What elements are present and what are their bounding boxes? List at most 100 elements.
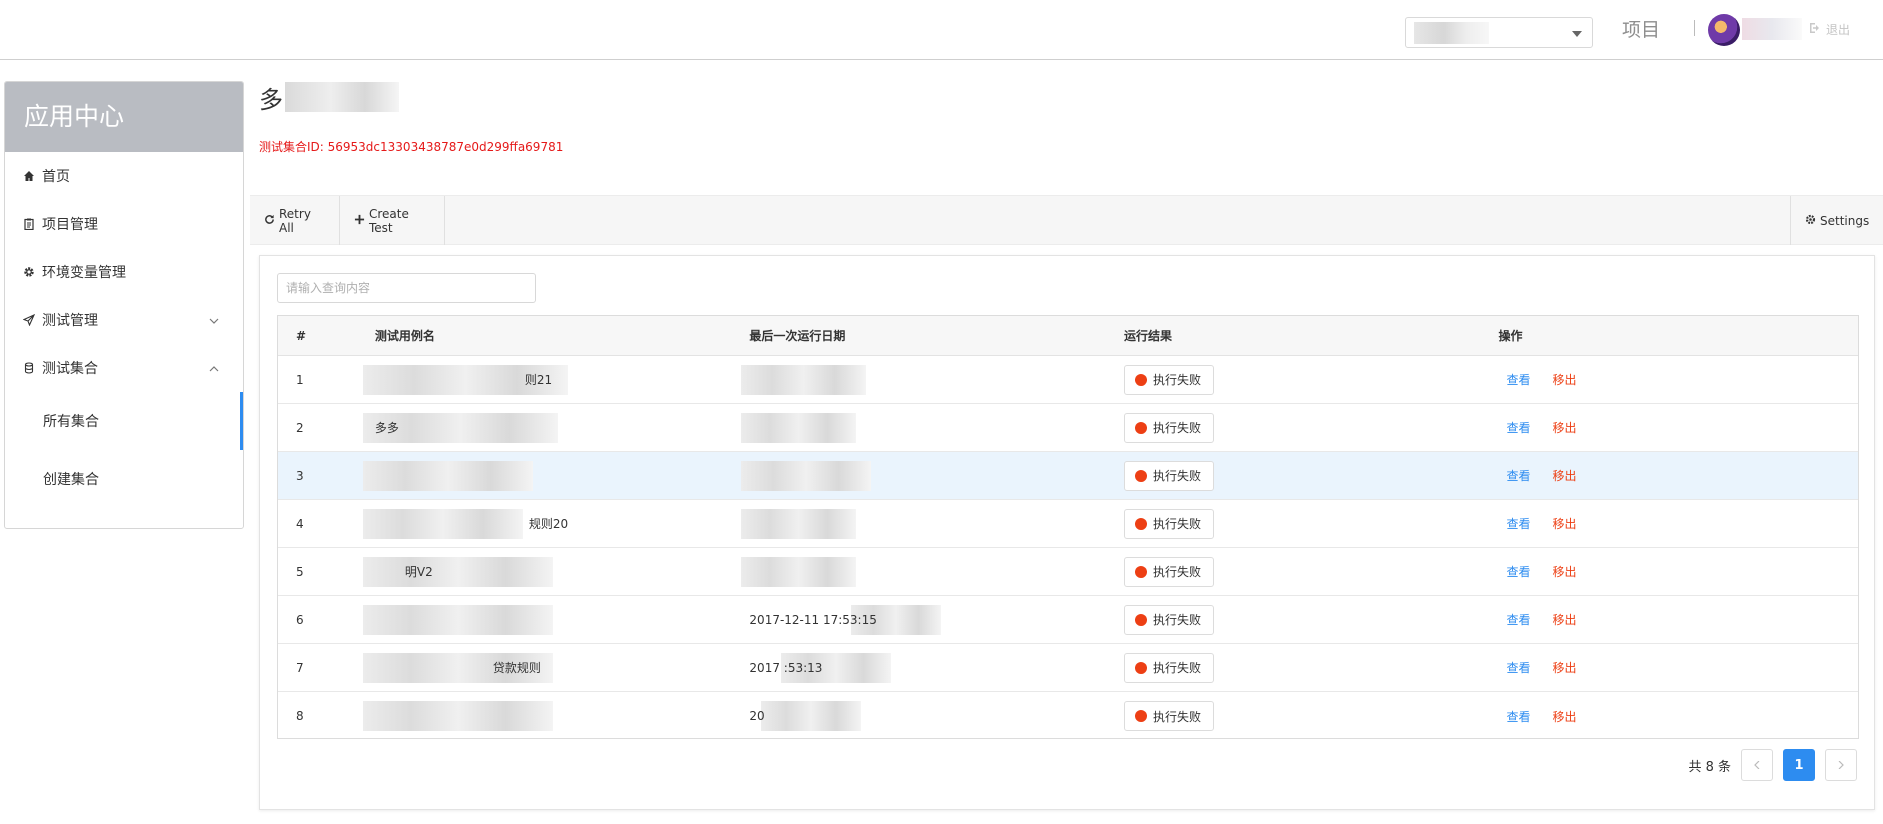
search-input[interactable]: [277, 273, 536, 303]
project-select-value-redacted: [1414, 22, 1489, 44]
remove-link[interactable]: 移出: [1552, 371, 1576, 388]
page-title-redacted: [285, 82, 399, 112]
sidebar-subitem-create-suite[interactable]: 创建集合: [5, 450, 243, 508]
sidebar-item-test-management[interactable]: 测试管理: [5, 296, 243, 344]
gear-icon: [1805, 214, 1816, 228]
status-badge[interactable]: 执行失败: [1123, 364, 1214, 395]
remove-link[interactable]: 移出: [1552, 467, 1576, 484]
settings-button[interactable]: Settings: [1790, 196, 1883, 245]
divider: [1694, 20, 1695, 36]
remove-link[interactable]: 移出: [1552, 563, 1576, 580]
logout-label: 退出: [1826, 23, 1851, 37]
row-index: 2: [296, 420, 304, 435]
status-badge[interactable]: 执行失败: [1123, 508, 1214, 539]
retry-all-button[interactable]: Retry All: [250, 196, 340, 245]
status-label: 执行失败: [1152, 469, 1201, 483]
sidebar-item-test-suites[interactable]: 测试集合: [5, 344, 243, 392]
redacted-block: [362, 557, 553, 587]
sidebar-item-env-vars[interactable]: 环境变量管理: [5, 248, 243, 296]
row-name: 贷款规则: [492, 661, 541, 675]
table-row: 8 20 执行失败 查看 移出: [278, 692, 1858, 740]
top-bar: 项目 退出: [0, 0, 1883, 60]
row-date: 2017-12-11 17:53:15: [749, 612, 877, 627]
view-link[interactable]: 查看: [1506, 419, 1530, 436]
username-redacted: [1742, 18, 1802, 40]
view-link[interactable]: 查看: [1506, 708, 1530, 725]
row-date-cell: [741, 452, 1124, 499]
chevron-right-icon: [1837, 758, 1845, 773]
row-actions: 查看 移出: [1498, 371, 1858, 388]
pagination: 共 8 条 1: [1688, 749, 1857, 781]
row-result-cell: 执行失败: [1123, 556, 1499, 587]
avatar[interactable]: [1708, 14, 1740, 46]
chevron-down-icon: [209, 314, 219, 324]
database-icon: [22, 361, 36, 375]
row-index: 3: [296, 468, 304, 483]
page-button-current[interactable]: 1: [1783, 749, 1815, 781]
next-page-button[interactable]: [1825, 749, 1857, 781]
status-badge[interactable]: 执行失败: [1123, 652, 1214, 683]
remove-link[interactable]: 移出: [1552, 611, 1576, 628]
clipboard-icon: [22, 217, 36, 231]
remove-link[interactable]: 移出: [1552, 419, 1576, 436]
status-label: 执行失败: [1152, 709, 1201, 724]
redacted-block: [362, 461, 533, 491]
status-badge[interactable]: 执行失败: [1123, 556, 1214, 587]
status-label: 执行失败: [1152, 517, 1201, 531]
view-link[interactable]: 查看: [1506, 611, 1530, 628]
sidebar-item-home[interactable]: 首页: [5, 152, 243, 200]
sidebar-subitem-label: 创建集合: [43, 472, 99, 488]
view-link[interactable]: 查看: [1506, 515, 1530, 532]
row-name: 多多: [374, 421, 399, 435]
remove-link[interactable]: 移出: [1552, 659, 1576, 676]
project-label[interactable]: 项目: [1622, 17, 1660, 43]
failed-dot-icon: [1134, 373, 1147, 386]
project-select[interactable]: [1405, 17, 1593, 48]
suite-id: 测试集合ID: 56953dc13303438787e0d299ffa69781: [259, 140, 564, 154]
status-label: 执行失败: [1152, 421, 1201, 435]
row-actions: 查看 移出: [1498, 467, 1858, 484]
test-list-card: # 测试用例名 最后一次运行日期 运行结果 操作 1则21执行失败查看移出2多多…: [259, 255, 1875, 810]
row-name-cell: [362, 452, 750, 499]
sidebar-subitem-all-suites[interactable]: 所有集合: [5, 392, 243, 450]
sidebar-item-projects[interactable]: 项目管理: [5, 200, 243, 248]
logout-button[interactable]: 退出: [1808, 21, 1850, 38]
prev-page-button[interactable]: [1741, 749, 1773, 781]
column-header-name-label: 测试用例名: [374, 329, 435, 343]
view-link[interactable]: 查看: [1506, 563, 1530, 580]
sidebar-item-label: 项目管理: [42, 217, 98, 233]
page-title: 多: [259, 80, 399, 114]
row-date: 2017 :53:13: [749, 660, 823, 675]
row-date-cell: 2017 :53:13: [749, 644, 1124, 691]
column-header-date: 最后一次运行日期: [749, 316, 1124, 355]
row-date-cell: 20: [749, 692, 1124, 740]
redacted-block: [741, 461, 872, 491]
remove-link[interactable]: 移出: [1552, 708, 1576, 725]
column-header-name: 测试用例名: [375, 316, 750, 355]
status-badge[interactable]: 执行失败: [1123, 460, 1214, 491]
row-date-cell: [741, 548, 1124, 595]
create-test-button[interactable]: Create Test: [340, 196, 445, 245]
status-badge[interactable]: 执行失败: [1123, 701, 1214, 731]
pagination-total: 共 8 条: [1688, 759, 1731, 775]
view-link[interactable]: 查看: [1506, 659, 1530, 676]
row-name-cell: [362, 692, 750, 740]
column-header-index: #: [296, 328, 307, 343]
column-header-result: 运行结果: [1123, 329, 1172, 343]
status-badge[interactable]: 执行失败: [1123, 604, 1214, 635]
view-link[interactable]: 查看: [1506, 371, 1530, 388]
status-badge[interactable]: 执行失败: [1123, 412, 1214, 443]
table-row: 5 明V2 执行失败 查看 移出: [278, 548, 1858, 596]
redacted-block: [362, 605, 553, 635]
row-result-cell: 执行失败: [1123, 652, 1499, 683]
table-row: 4 规则20 执行失败 查看 移出: [278, 500, 1858, 548]
failed-dot-icon: [1134, 613, 1147, 626]
sidebar-subitem-label: 所有集合: [43, 414, 99, 430]
remove-link[interactable]: 移出: [1552, 515, 1576, 532]
status-label: 执行失败: [1152, 373, 1201, 387]
test-table: # 测试用例名 最后一次运行日期 运行结果 操作 1 则21 执行失败 查看 移出 2 多多…: [277, 315, 1859, 739]
view-link[interactable]: 查看: [1506, 467, 1530, 484]
row-actions: 查看 移出: [1498, 563, 1858, 580]
row-actions: 查看 移出: [1498, 659, 1858, 676]
table-body: 1 则21 执行失败 查看 移出 2 多多 执行失败 查看 移出 3 执行失败 查看 移出 4 规则20 执行失…: [278, 356, 1858, 740]
